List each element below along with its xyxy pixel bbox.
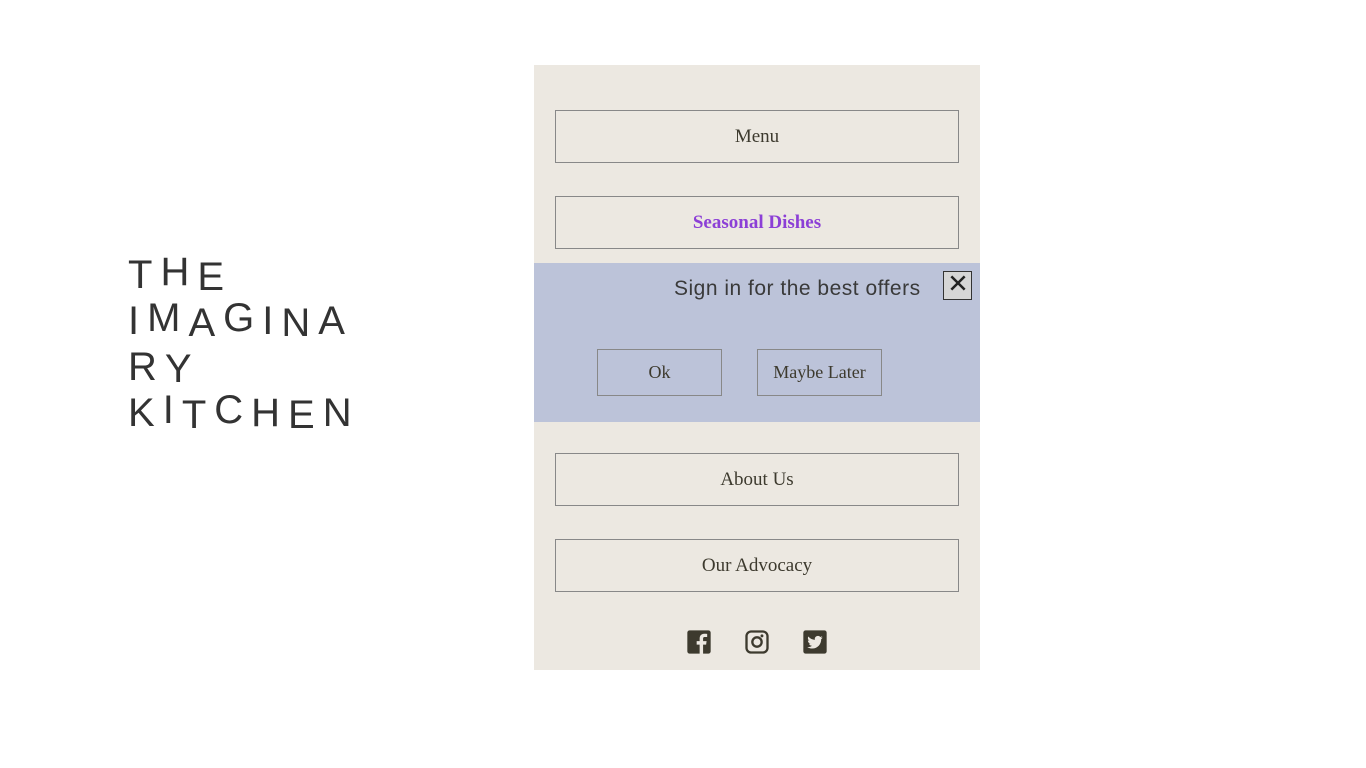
notice-actions: Ok Maybe Later: [597, 349, 882, 396]
instagram-icon[interactable]: [743, 628, 771, 656]
notice-later-button[interactable]: Maybe Later: [757, 349, 882, 396]
main-panel: Menu Seasonal Dishes Sign in for the bes…: [534, 65, 980, 670]
close-icon: [948, 273, 968, 298]
notice-close-button[interactable]: [943, 271, 972, 300]
nav-advocacy-button[interactable]: Our Advocacy: [555, 539, 959, 592]
notice-text: Sign in for the best offers: [674, 277, 962, 301]
signin-notice: Sign in for the best offers Ok Maybe Lat…: [534, 263, 980, 422]
nav-lower-group: About Us Our Advocacy: [555, 453, 959, 592]
notice-ok-button[interactable]: Ok: [597, 349, 722, 396]
twitter-icon[interactable]: [801, 628, 829, 656]
social-icons: [534, 628, 980, 656]
facebook-icon[interactable]: [685, 628, 713, 656]
brand-logo: The Imagina r y Kitchen: [128, 252, 360, 436]
nav-menu-button[interactable]: Menu: [555, 110, 959, 163]
nav-about-button[interactable]: About Us: [555, 453, 959, 506]
nav-seasonal-button[interactable]: Seasonal Dishes: [555, 196, 959, 249]
